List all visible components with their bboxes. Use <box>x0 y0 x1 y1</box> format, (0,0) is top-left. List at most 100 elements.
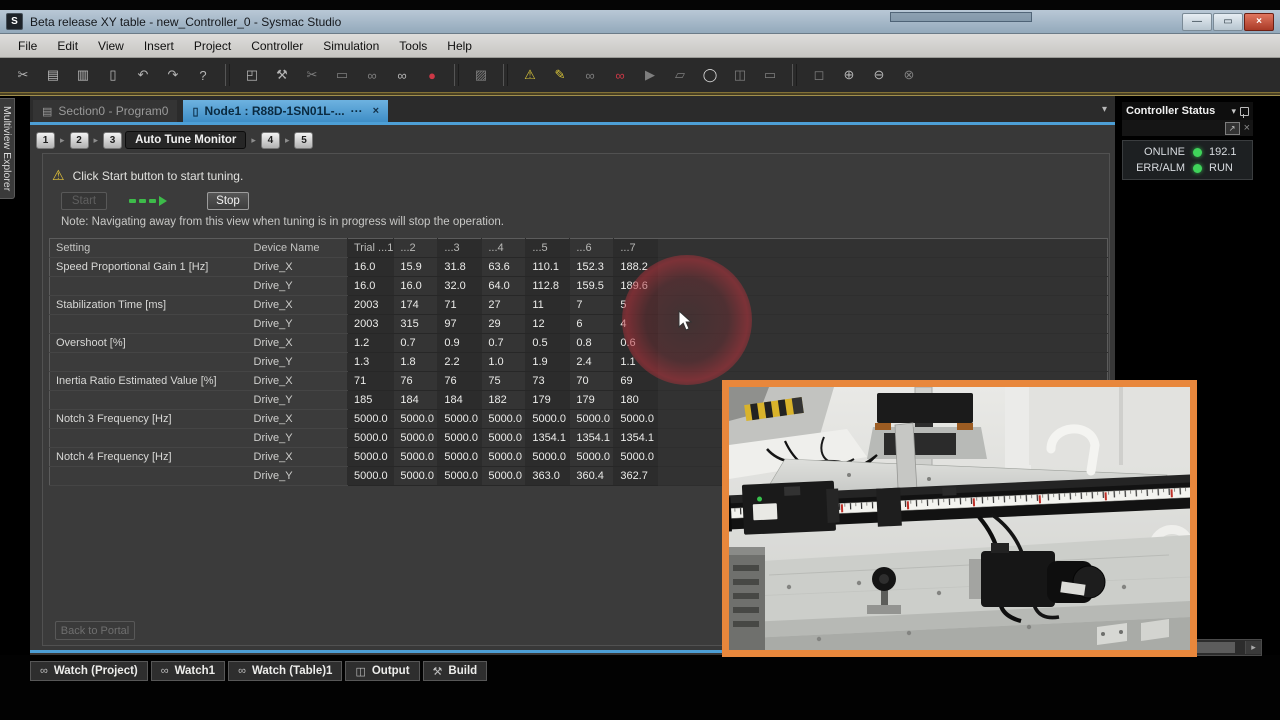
monitor2-icon[interactable]: ▭ <box>757 64 783 86</box>
minimize-button[interactable]: — <box>1182 13 1212 31</box>
step-3-active[interactable]: 3 Auto Tune Monitor <box>103 131 246 149</box>
redo-icon[interactable]: ↷ <box>160 64 186 86</box>
tab-output[interactable]: ◫ Output <box>345 661 419 681</box>
run-icon[interactable]: ▶ <box>637 64 663 86</box>
setting-cell: Overshoot [%] <box>50 334 248 353</box>
copy-icon[interactable]: ▤ <box>40 64 66 86</box>
table-row[interactable]: Drive_Y200331597291264 <box>50 315 1108 334</box>
bottom-tab-strip: ∞ Watch (Project) ∞ Watch1 ∞ Watch (Tabl… <box>30 661 487 681</box>
search-icon[interactable]: ∞ <box>389 64 415 86</box>
table-row[interactable]: Speed Proportional Gain 1 [Hz]Drive_X16.… <box>50 258 1108 277</box>
tab-overflow: ··· <box>351 104 363 118</box>
device-cell: Drive_Y <box>248 467 348 486</box>
zoom-out-icon[interactable]: ⊖ <box>866 64 892 86</box>
value-cell: 31.8 <box>438 258 482 277</box>
value-cell: 64.0 <box>482 277 526 296</box>
fit-selection-icon[interactable]: ◻ <box>806 64 832 86</box>
back-to-portal-button[interactable]: Back to Portal <box>55 621 135 640</box>
value-cell: 184 <box>394 391 438 410</box>
table-row[interactable]: Overshoot [%]Drive_X1.20.70.90.70.50.80.… <box>50 334 1108 353</box>
restore-button[interactable]: ▭ <box>1213 13 1243 31</box>
tab-label: Watch (Project) <box>54 665 138 677</box>
help-icon[interactable]: ? <box>190 64 216 86</box>
value-cell: 5000.0 <box>526 410 570 429</box>
table-row[interactable]: Drive_Y16.016.032.064.0112.8159.5189.6 <box>50 277 1108 296</box>
edit-pencil-icon[interactable]: ✎ <box>547 64 573 86</box>
editor-icon[interactable]: ▨ <box>468 64 494 86</box>
close-button[interactable]: × <box>1244 13 1274 31</box>
value-cell: 0.9 <box>438 334 482 353</box>
value-cell: 188.2 <box>614 258 658 277</box>
value-cell: 2003 <box>348 315 394 334</box>
menu-help[interactable]: Help <box>437 36 482 56</box>
value-cell: 2.4 <box>570 353 614 372</box>
filler-cell <box>658 277 1108 296</box>
value-cell: 5000.0 <box>394 410 438 429</box>
multiview-explorer-tab[interactable]: Multiview Explorer <box>0 98 15 199</box>
step-3-button[interactable]: 3 <box>103 132 122 149</box>
window-icon[interactable]: ◰ <box>239 64 265 86</box>
setting-cell: Speed Proportional Gain 1 [Hz] <box>50 258 248 277</box>
tab-watch-table1[interactable]: ∞ Watch (Table)1 <box>228 661 342 681</box>
zoom-in-icon[interactable]: ⊕ <box>836 64 862 86</box>
monitors-icon[interactable]: ◫ <box>727 64 753 86</box>
pages-icon[interactable]: ▱ <box>667 64 693 86</box>
value-cell: 5000.0 <box>438 410 482 429</box>
pin-icon[interactable] <box>1240 107 1249 116</box>
delete-icon[interactable]: ▯ <box>100 64 126 86</box>
menu-simulation[interactable]: Simulation <box>313 36 389 56</box>
value-cell: 12 <box>526 315 570 334</box>
step-2-button[interactable]: 2 <box>70 132 89 149</box>
watch-window-icon[interactable]: ∞ <box>577 64 603 86</box>
table-row[interactable]: Stabilization Time [ms]Drive_X2003174712… <box>50 296 1108 315</box>
abort-icon[interactable]: ● <box>419 64 445 86</box>
expand-icon[interactable]: ↗ <box>1225 122 1240 135</box>
tab-section0-program0[interactable]: ▤ Section0 - Program0 <box>33 100 177 122</box>
watch-alarm-icon[interactable]: ∞ <box>607 64 633 86</box>
monitor-icon[interactable]: ▭ <box>329 64 355 86</box>
chevron-down-icon[interactable]: ▾ <box>1231 106 1236 117</box>
tab-watch1[interactable]: ∞ Watch1 <box>151 661 225 681</box>
close-icon[interactable]: × <box>1244 122 1250 134</box>
build-icon[interactable]: ⚒ <box>269 64 295 86</box>
tab-watch-project[interactable]: ∞ Watch (Project) <box>30 661 148 681</box>
menu-insert[interactable]: Insert <box>134 36 184 56</box>
filler-cell <box>658 296 1108 315</box>
tab-list-caret-icon[interactable]: ▾ <box>1102 104 1107 115</box>
menu-view[interactable]: View <box>88 36 134 56</box>
table-row[interactable]: Drive_Y1.31.82.21.01.92.41.1 <box>50 353 1108 372</box>
wizard-breadcrumb: 1 ▸ 2 ▸ 3 Auto Tune Monitor ▸ 4 ▸ 5 <box>36 129 313 151</box>
toolbar-separator <box>792 64 797 86</box>
device-cell: Drive_Y <box>248 315 348 334</box>
value-cell: 363.0 <box>526 467 570 486</box>
value-cell: 362.7 <box>614 467 658 486</box>
menu-file[interactable]: File <box>8 36 47 56</box>
menu-project[interactable]: Project <box>184 36 241 56</box>
step-5-button[interactable]: 5 <box>294 132 313 149</box>
paste-icon[interactable]: ▥ <box>70 64 96 86</box>
header-device: Device Name <box>248 239 348 258</box>
rebuild-icon[interactable]: ✂ <box>299 64 325 86</box>
menu-controller[interactable]: Controller <box>241 36 313 56</box>
device-cell: Drive_Y <box>248 277 348 296</box>
step-4-button[interactable]: 4 <box>261 132 280 149</box>
value-cell: 185 <box>348 391 394 410</box>
tab-node1-drive[interactable]: ▯ Node1 : R88D-1SN01L-... ··· × <box>183 100 388 122</box>
tab-close-icon[interactable]: × <box>373 105 379 117</box>
tab-build[interactable]: ⚒ Build <box>423 661 488 681</box>
tab-label: Section0 - Program0 <box>58 104 168 118</box>
menu-edit[interactable]: Edit <box>47 36 88 56</box>
start-button[interactable]: Start <box>61 192 107 210</box>
menu-tools[interactable]: Tools <box>389 36 437 56</box>
warning-icon[interactable]: ⚠ <box>517 64 543 86</box>
value-cell: 5000.0 <box>348 467 394 486</box>
undo-icon[interactable]: ↶ <box>130 64 156 86</box>
zoom-reset-icon[interactable]: ⊗ <box>896 64 922 86</box>
stop-button[interactable]: Stop <box>207 192 249 210</box>
record-icon[interactable]: ◯ <box>697 64 723 86</box>
step-1-button[interactable]: 1 <box>36 132 55 149</box>
watch-icon[interactable]: ∞ <box>359 64 385 86</box>
cut-icon[interactable]: ✂ <box>10 64 36 86</box>
scrollbar-thumb[interactable] <box>1191 642 1235 653</box>
scroll-right-arrow-icon[interactable]: ▸ <box>1245 641 1261 654</box>
